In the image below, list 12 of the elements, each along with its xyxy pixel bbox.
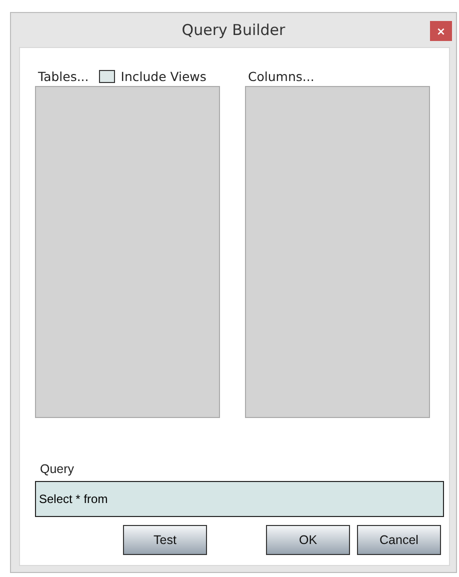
tables-label: Tables... <box>37 69 89 84</box>
query-field[interactable]: Select * from <box>35 481 444 517</box>
close-button[interactable]: × <box>430 21 452 41</box>
dialog-button[interactable]: Test <box>123 525 207 555</box>
dialog-button[interactable]: Cancel <box>357 525 441 555</box>
include-views-checkbox[interactable]: Include Views <box>98 69 206 84</box>
tables-list[interactable] <box>35 86 220 418</box>
columns-label: Columns... <box>247 68 314 84</box>
query-label: Query <box>40 462 76 476</box>
window-title: Query Builder <box>182 21 286 39</box>
columns-list[interactable] <box>245 86 430 418</box>
dialog-button[interactable]: OK <box>266 525 350 555</box>
